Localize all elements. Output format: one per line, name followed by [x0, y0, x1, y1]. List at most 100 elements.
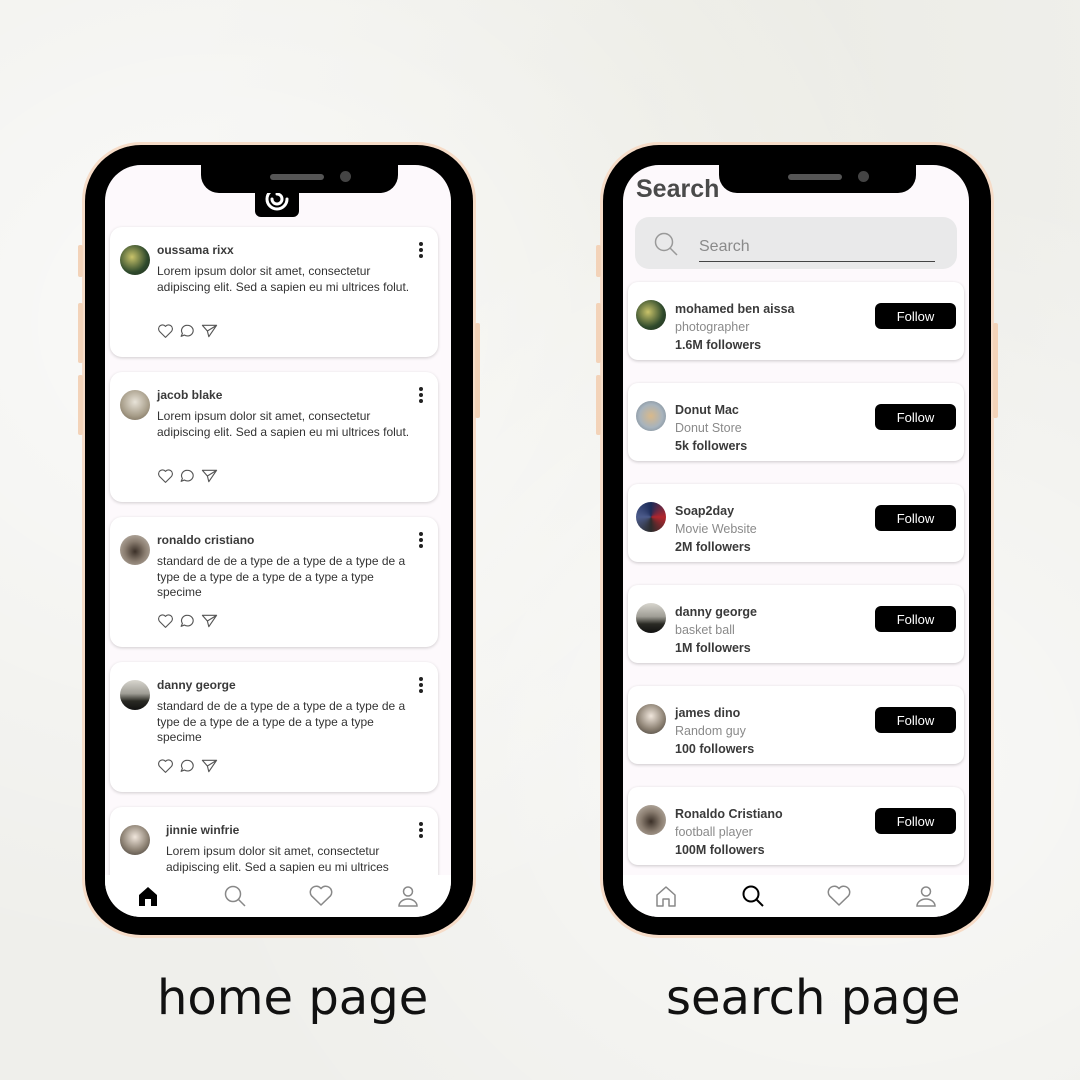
search-bar[interactable]: [635, 217, 957, 269]
post-username[interactable]: ronaldo cristiano: [157, 533, 254, 547]
user-name[interactable]: Donut Mac: [675, 403, 739, 417]
more-options-icon[interactable]: [418, 386, 424, 404]
search-icon: [742, 885, 764, 907]
comment-bubble-icon[interactable]: [179, 758, 196, 774]
user-name[interactable]: danny george: [675, 605, 757, 619]
bottom-nav-bar: [105, 875, 451, 917]
user-role: Donut Store: [675, 421, 742, 435]
share-send-icon[interactable]: [201, 758, 218, 774]
more-options-icon[interactable]: [418, 531, 424, 549]
follow-button[interactable]: Follow: [875, 404, 956, 430]
follow-button[interactable]: Follow: [875, 505, 956, 531]
like-heart-icon[interactable]: [157, 758, 174, 774]
avatar[interactable]: [636, 805, 666, 835]
mute-switch: [596, 245, 601, 277]
comment-bubble-icon[interactable]: [179, 468, 196, 484]
avatar[interactable]: [120, 390, 150, 420]
user-role: Movie Website: [675, 522, 757, 536]
avatar[interactable]: [120, 245, 150, 275]
avatar[interactable]: [636, 603, 666, 633]
post-card[interactable]: ronaldo cristiano standard de de a type …: [110, 517, 438, 647]
nav-home[interactable]: [133, 881, 163, 911]
more-options-icon[interactable]: [418, 821, 424, 839]
user-card[interactable]: Ronaldo Cristiano football player 100M f…: [628, 787, 964, 865]
post-text: Lorem ipsum dolor sit amet, consectetur …: [157, 409, 410, 439]
speaker: [788, 174, 842, 180]
user-card[interactable]: danny george basket ball 1M followers Fo…: [628, 585, 964, 663]
more-options-icon[interactable]: [418, 241, 424, 259]
post-actions: [157, 758, 218, 774]
comment-bubble-icon[interactable]: [179, 613, 196, 629]
heart-icon: [827, 885, 851, 906]
nav-favorites[interactable]: [306, 881, 336, 911]
user-name[interactable]: james dino: [675, 706, 740, 720]
search-screen: Search mohamed ben aissa photographer 1.…: [623, 165, 969, 917]
home-page-caption: home page: [157, 970, 429, 1026]
post-text: Lorem ipsum dolor sit amet, consectetur …: [157, 264, 410, 294]
avatar[interactable]: [120, 535, 150, 565]
home-icon: [139, 887, 158, 906]
user-name[interactable]: Soap2day: [675, 504, 734, 518]
page-title: Search: [636, 175, 720, 203]
user-card[interactable]: mohamed ben aissa photographer 1.6M foll…: [628, 282, 964, 360]
nav-favorites[interactable]: [824, 881, 854, 911]
search-input[interactable]: [699, 233, 935, 262]
power-button: [993, 323, 998, 418]
search-page-caption: search page: [666, 970, 961, 1026]
volume-up-button: [596, 303, 601, 363]
user-card[interactable]: james dino Random guy 100 followers Foll…: [628, 686, 964, 764]
like-heart-icon[interactable]: [157, 323, 174, 339]
follow-button[interactable]: Follow: [875, 303, 956, 329]
post-actions: [157, 323, 218, 339]
post-card[interactable]: oussama rixx Lorem ipsum dolor sit amet,…: [110, 227, 438, 357]
post-username[interactable]: danny george: [157, 678, 236, 692]
user-name[interactable]: Ronaldo Cristiano: [675, 807, 783, 821]
power-button: [475, 323, 480, 418]
profile-icon: [915, 886, 936, 907]
comment-bubble-icon[interactable]: [179, 323, 196, 339]
post-username[interactable]: jacob blake: [157, 388, 222, 402]
volume-down-button: [596, 375, 601, 435]
follow-button[interactable]: Follow: [875, 808, 956, 834]
follow-button[interactable]: Follow: [875, 606, 956, 632]
like-heart-icon[interactable]: [157, 468, 174, 484]
user-role: Random guy: [675, 724, 746, 738]
follower-count: 100M followers: [675, 843, 765, 857]
follower-count: 1.6M followers: [675, 338, 762, 352]
nav-search[interactable]: [738, 881, 768, 911]
nav-home[interactable]: [651, 881, 681, 911]
user-card[interactable]: Soap2day Movie Website 2M followers Foll…: [628, 484, 964, 562]
post-username[interactable]: oussama rixx: [157, 243, 234, 257]
avatar[interactable]: [636, 300, 666, 330]
camera: [858, 171, 869, 182]
post-text: standard de de a type de a type de a typ…: [157, 699, 406, 744]
avatar[interactable]: [636, 401, 666, 431]
search-phone-frame: Search mohamed ben aissa photographer 1.…: [596, 145, 998, 935]
nav-profile[interactable]: [393, 881, 423, 911]
like-heart-icon[interactable]: [157, 613, 174, 629]
share-send-icon[interactable]: [201, 323, 218, 339]
follow-button[interactable]: Follow: [875, 707, 956, 733]
avatar[interactable]: [120, 680, 150, 710]
more-options-icon[interactable]: [418, 676, 424, 694]
profile-icon: [397, 886, 418, 907]
avatar[interactable]: [120, 825, 150, 855]
follower-count: 5k followers: [675, 439, 748, 453]
user-name[interactable]: mohamed ben aissa: [675, 302, 795, 316]
nav-profile[interactable]: [911, 881, 941, 911]
avatar[interactable]: [636, 502, 666, 532]
share-send-icon[interactable]: [201, 613, 218, 629]
avatar[interactable]: [636, 704, 666, 734]
follower-count: 1M followers: [675, 641, 751, 655]
post-username[interactable]: jinnie winfrie: [166, 823, 239, 837]
user-card[interactable]: Donut Mac Donut Store 5k followers Follo…: [628, 383, 964, 461]
user-role: basket ball: [675, 623, 735, 637]
notch: [201, 165, 398, 193]
nav-search[interactable]: [220, 881, 250, 911]
share-send-icon[interactable]: [201, 468, 218, 484]
post-card[interactable]: danny george standard de de a type de a …: [110, 662, 438, 792]
follower-count: 2M followers: [675, 540, 751, 554]
search-icon: [224, 885, 246, 907]
post-card[interactable]: jacob blake Lorem ipsum dolor sit amet, …: [110, 372, 438, 502]
mute-switch: [78, 245, 83, 277]
